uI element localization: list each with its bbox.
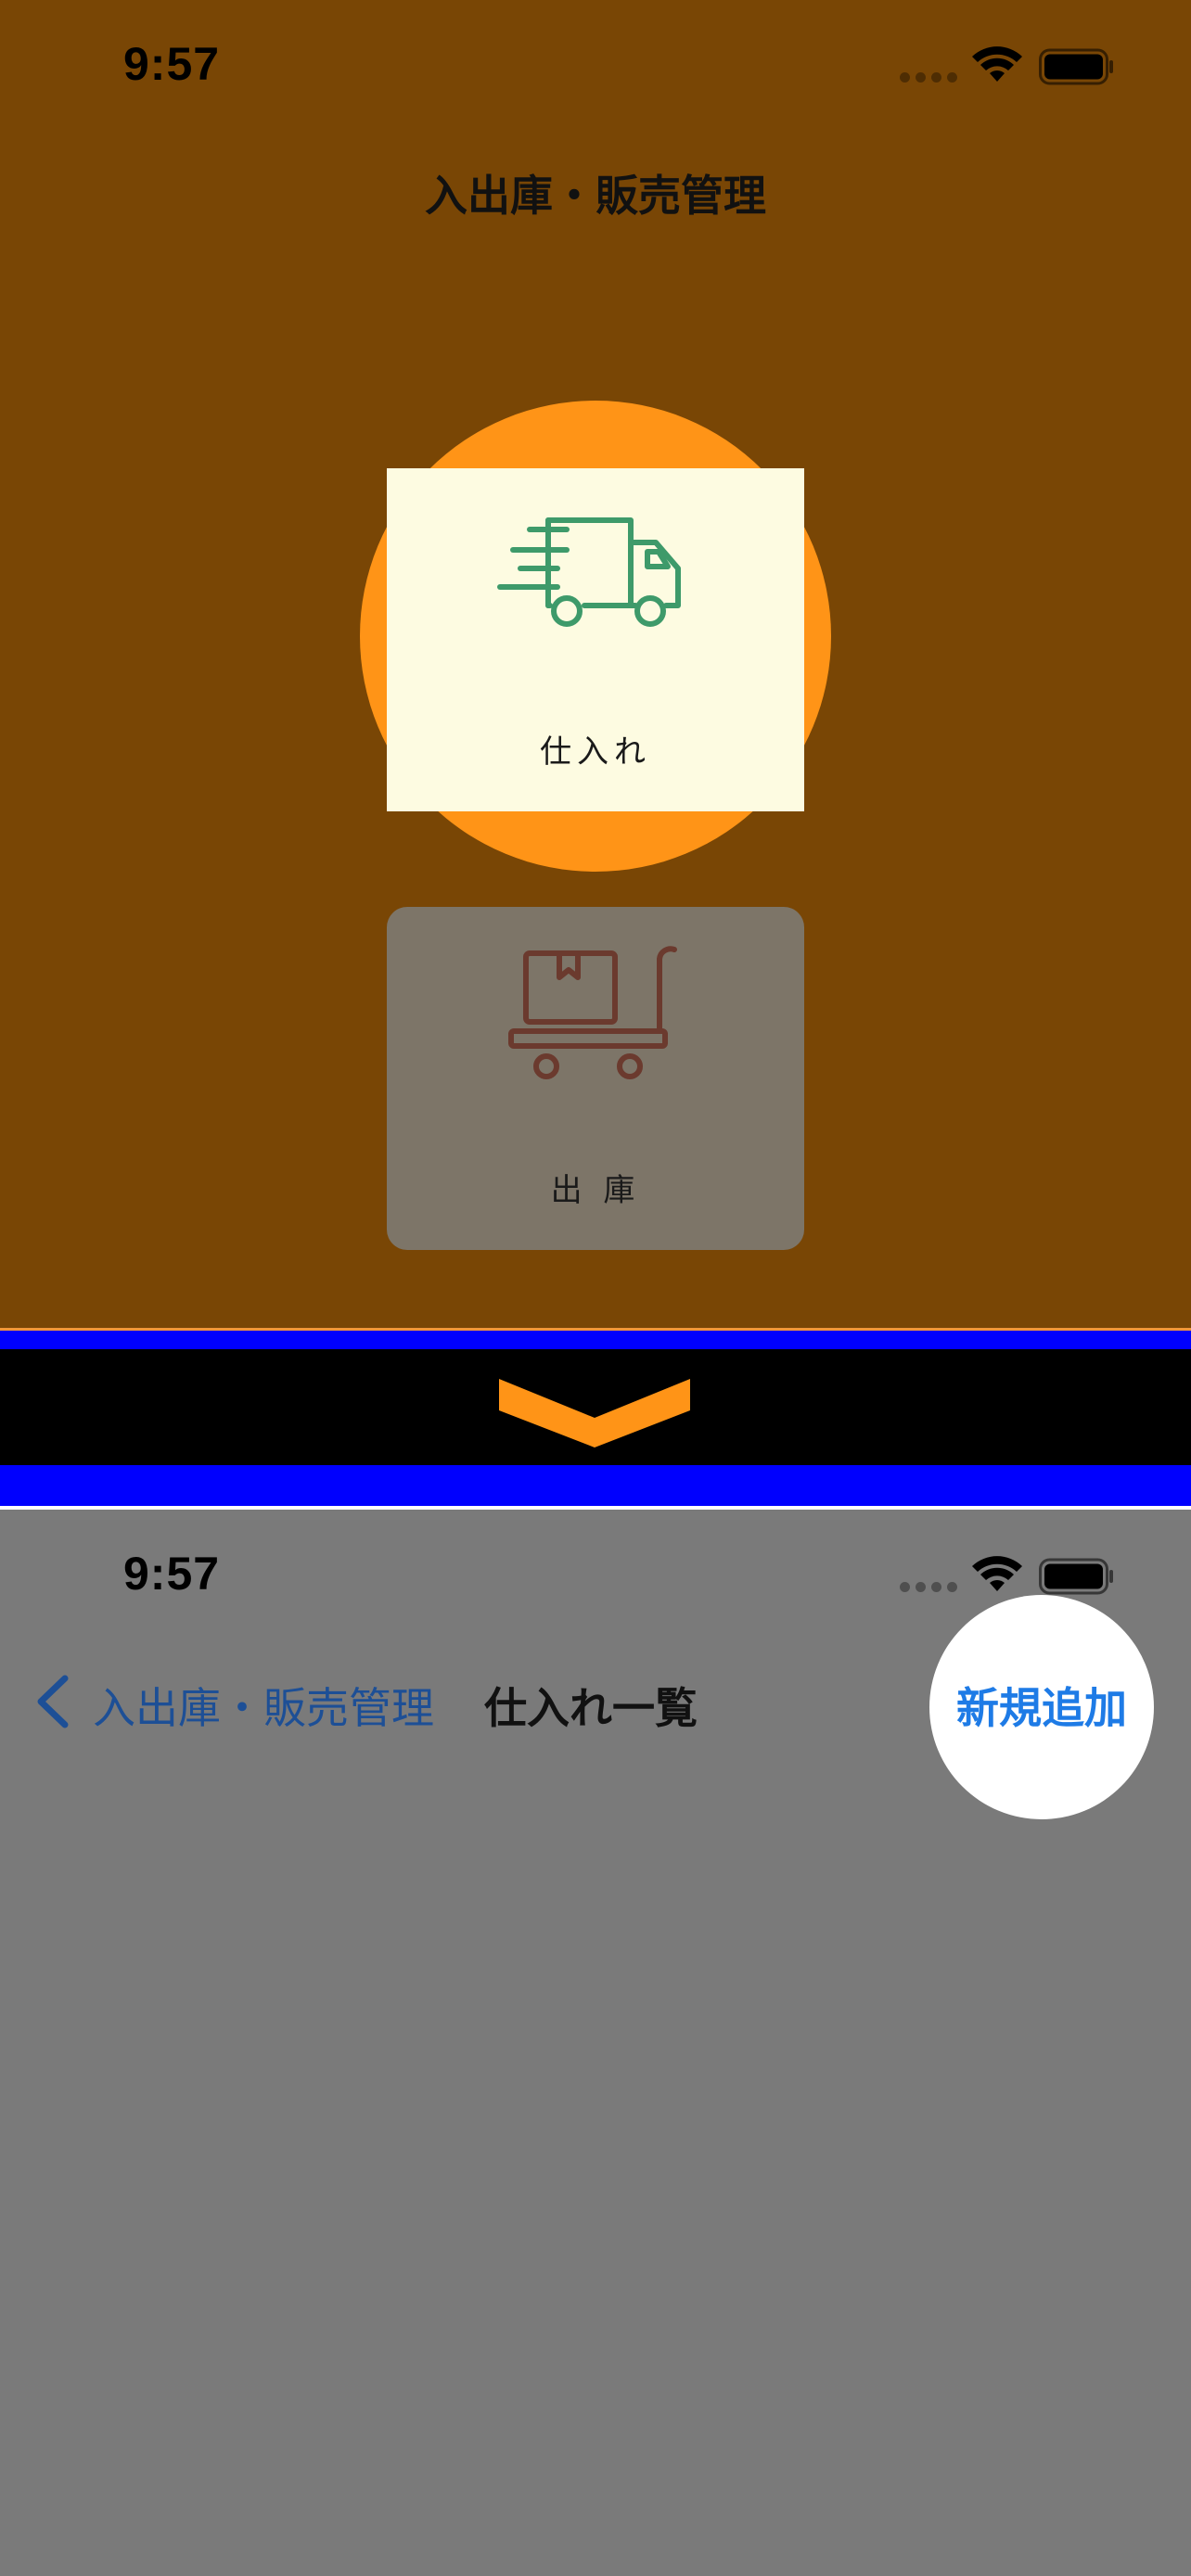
wifi-icon xyxy=(972,1556,1022,1591)
battery-icon xyxy=(1039,48,1113,85)
bottom-screen: 9:57 入出庫・販売管理 仕入れ一覧 新規追加 xyxy=(0,1510,1191,2576)
menu-card-label: 出 庫 xyxy=(550,1172,641,1209)
cellular-signal-icon xyxy=(900,72,957,83)
wifi-icon xyxy=(972,46,1022,82)
hand-cart-icon xyxy=(508,946,677,1079)
status-time: 9:57 xyxy=(123,1548,221,1600)
screen-comparison: 9:57 入出庫・販売管理 仕入れ 出 庫 9:57 入出庫・販売管理 仕入れ一… xyxy=(0,0,1191,2576)
menu-card-label: 仕入れ xyxy=(540,733,651,771)
page-title: 入出庫・販売管理 xyxy=(425,171,766,221)
battery-icon xyxy=(1039,1558,1113,1595)
menu-card-purchase[interactable]: 仕入れ xyxy=(387,468,804,811)
back-chevron-icon[interactable] xyxy=(33,1673,72,1730)
transition-band xyxy=(0,1349,1191,1465)
back-button[interactable]: 入出庫・販売管理 xyxy=(93,1675,434,1736)
add-new-button[interactable]: 新規追加 xyxy=(929,1675,1154,1736)
nav-title: 仕入れ一覧 xyxy=(484,1683,698,1733)
status-bar: 9:57 xyxy=(0,0,1191,130)
top-screen: 9:57 入出庫・販売管理 仕入れ 出 庫 xyxy=(0,0,1191,1328)
status-time: 9:57 xyxy=(123,38,221,90)
divider-band xyxy=(0,1331,1191,1349)
menu-card-shipping[interactable]: 出 庫 xyxy=(387,907,804,1250)
cellular-signal-icon xyxy=(900,1582,957,1593)
truck-icon xyxy=(497,517,681,627)
chevron-down-icon xyxy=(499,1379,690,1447)
divider-band xyxy=(0,1465,1191,1506)
